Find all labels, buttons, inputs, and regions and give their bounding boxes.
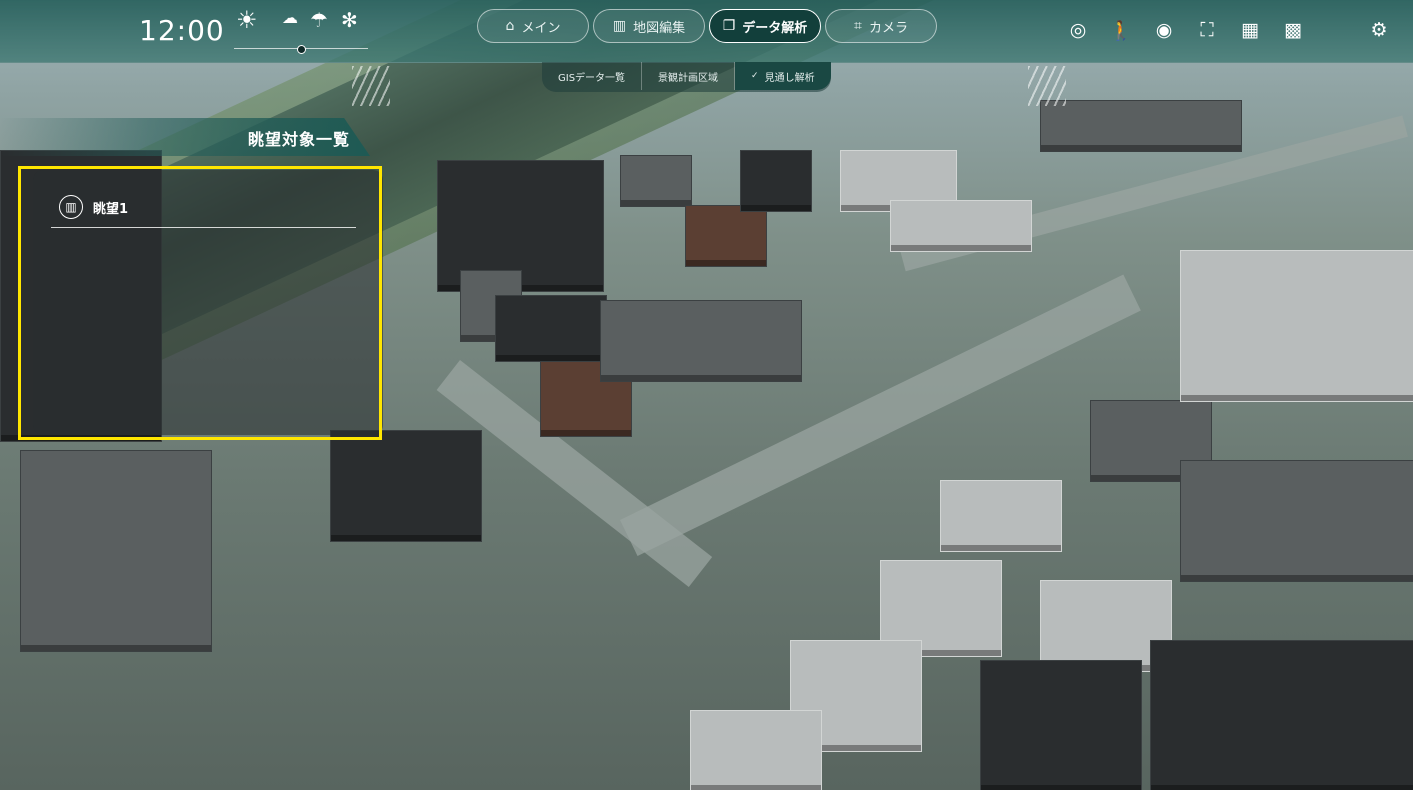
top-bar: 12:00 ☀ ☁ ☂ ✻ ⌂ メイン ▥ 地図編集 ❐ データ解析 ⌗ カメラ… [0, 0, 1413, 63]
building [1040, 100, 1242, 152]
tab-visibility-analysis[interactable]: ✓ 見通し解析 [735, 62, 831, 90]
nav-main-label: メイン [521, 20, 561, 36]
building-icon: ▥ [612, 18, 627, 34]
umbrella-icon[interactable]: ☂ [310, 8, 328, 32]
walk-icon[interactable]: 🚶 [1109, 18, 1133, 42]
building [690, 710, 822, 790]
nav-map-edit[interactable]: ▥ 地図編集 [593, 9, 705, 43]
snow-icon[interactable]: ✻ [341, 8, 358, 32]
time-slider-thumb[interactable] [297, 45, 306, 54]
panel-title: 眺望対象一覧 [247, 130, 350, 149]
camera-icon: ⌗ [854, 18, 862, 34]
building [1180, 250, 1413, 402]
main-nav: ⌂ メイン ▥ 地図編集 ❐ データ解析 ⌗ カメラ [477, 9, 937, 43]
panel-header: 眺望対象一覧 [0, 118, 370, 156]
toolbar: ◎ 🚶 ◉ ⛶ ▦ ▩ ⚙ [1047, 18, 1391, 42]
building [740, 150, 812, 212]
building [600, 300, 802, 382]
sub-tabs: GISデータ一覧 景観計画区域 ✓ 見通し解析 [542, 62, 831, 92]
nav-data-analysis-label: データ解析 [742, 20, 808, 36]
nav-camera-label: カメラ [868, 20, 908, 36]
sun-icon[interactable]: ☀ [236, 8, 258, 32]
building [330, 430, 482, 542]
nav-map-edit-label: 地図編集 [633, 20, 686, 36]
building [620, 155, 692, 207]
texture-icon[interactable]: ▩ [1281, 18, 1305, 42]
home-icon: ⌂ [505, 18, 515, 34]
nav-main[interactable]: ⌂ メイン [477, 9, 589, 43]
building [980, 660, 1142, 790]
building [940, 480, 1062, 552]
eye-icon[interactable]: ◉ [1152, 18, 1176, 42]
nav-camera[interactable]: ⌗ カメラ [825, 9, 937, 43]
building [890, 200, 1032, 252]
location-view-icon[interactable]: ◎ [1066, 18, 1090, 42]
building [20, 450, 212, 652]
settings-icon[interactable]: ⚙ [1367, 18, 1391, 42]
building [1150, 640, 1413, 790]
check-icon: ✓ [751, 71, 759, 81]
building [685, 205, 767, 267]
layers-icon: ❐ [722, 18, 736, 34]
highlight-box [18, 166, 382, 440]
tab-landscape-plan-area[interactable]: 景観計画区域 [642, 62, 736, 90]
cloud-icon[interactable]: ☁ [282, 6, 298, 30]
buildings-icon[interactable]: ▦ [1238, 18, 1262, 42]
weather-selector[interactable]: ☀ ☁ ☂ ✻ [234, 8, 368, 54]
decorative-stripe [1028, 66, 1066, 106]
tab-gis-data-list[interactable]: GISデータ一覧 [542, 62, 643, 90]
building [1180, 460, 1413, 582]
building [495, 295, 607, 362]
tab-visibility-analysis-label: 見通し解析 [764, 72, 815, 84]
decorative-stripe [352, 66, 390, 106]
clock: 12:00 [139, 14, 225, 47]
nav-data-analysis[interactable]: ❐ データ解析 [709, 9, 821, 43]
fit-view-icon[interactable]: ⛶ [1195, 18, 1219, 42]
